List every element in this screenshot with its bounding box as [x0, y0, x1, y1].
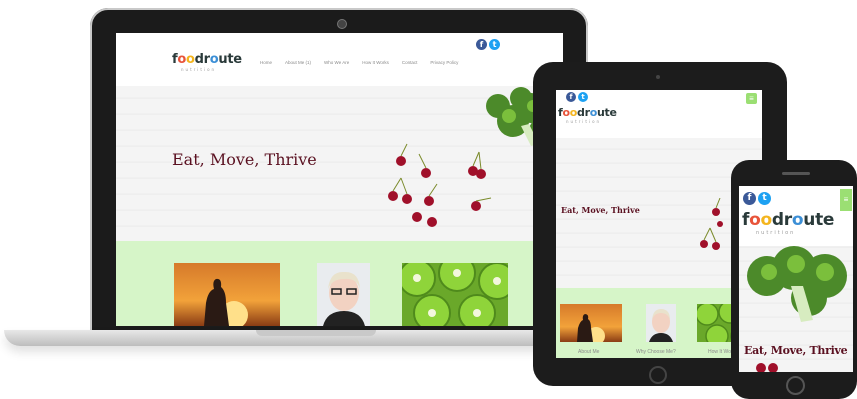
feature-image-why[interactable]	[646, 304, 676, 342]
main-nav: Home About Me (1) Who We Are How It Work…	[260, 60, 458, 65]
nav-item-home[interactable]: Home	[260, 60, 272, 65]
phone-speaker	[782, 172, 810, 175]
phone-home-button	[786, 376, 805, 395]
nav-item-contact[interactable]: Contact	[402, 60, 418, 65]
phone-social-links: f t	[743, 192, 771, 205]
facebook-icon[interactable]: f	[743, 192, 756, 205]
logo-tagline: nutrition	[181, 67, 217, 72]
twitter-icon[interactable]: t	[578, 92, 588, 102]
hamburger-menu-icon[interactable]: ≡	[746, 93, 757, 104]
site-logo[interactable]: foodroute nutrition	[558, 106, 617, 124]
twitter-icon[interactable]: t	[758, 192, 771, 205]
tablet-camera	[656, 75, 660, 79]
logo-tagline: nutrition	[566, 119, 602, 124]
hero-title: Eat, Move, Thrive	[744, 344, 848, 357]
phone-screen: f t ≡ foodroute nutrition Eat, Move, Thr…	[739, 186, 853, 372]
nav-item-who[interactable]: Who We Are	[324, 60, 349, 65]
site-header: foodroute nutrition Home About Me (1) Wh…	[116, 33, 563, 86]
laptop-camera	[337, 19, 347, 29]
hero-title: Eat, Move, Thrive	[561, 205, 640, 215]
tablet-home-button	[649, 366, 667, 384]
caption-why[interactable]: Why Choose Me?	[636, 349, 676, 355]
site-logo[interactable]: foodroute nutrition	[742, 210, 834, 236]
feature-image-how[interactable]	[402, 263, 508, 326]
logo-tagline: nutrition	[756, 230, 796, 236]
facebook-icon[interactable]: f	[566, 92, 576, 102]
feature-image-why[interactable]	[317, 263, 370, 326]
feature-image-about[interactable]	[174, 263, 280, 326]
feature-image-about[interactable]	[560, 304, 622, 342]
hero-title: Eat, Move, Thrive	[172, 150, 317, 169]
facebook-icon[interactable]: f	[476, 39, 487, 50]
site-logo[interactable]: foodroute nutrition	[172, 52, 242, 72]
laptop-notch	[256, 330, 376, 336]
hamburger-menu-icon[interactable]: ≡	[840, 189, 852, 211]
nav-item-privacy[interactable]: Privacy Policy	[430, 60, 458, 65]
tablet-social-links: f t	[566, 92, 588, 102]
social-links: f t	[476, 39, 500, 50]
nav-item-about[interactable]: About Me (1)	[285, 60, 311, 65]
laptop-screen: foodroute nutrition Home About Me (1) Wh…	[116, 33, 563, 326]
twitter-icon[interactable]: t	[489, 39, 500, 50]
nav-item-how[interactable]: How It Works	[362, 60, 389, 65]
caption-about[interactable]: About Me	[578, 349, 599, 355]
